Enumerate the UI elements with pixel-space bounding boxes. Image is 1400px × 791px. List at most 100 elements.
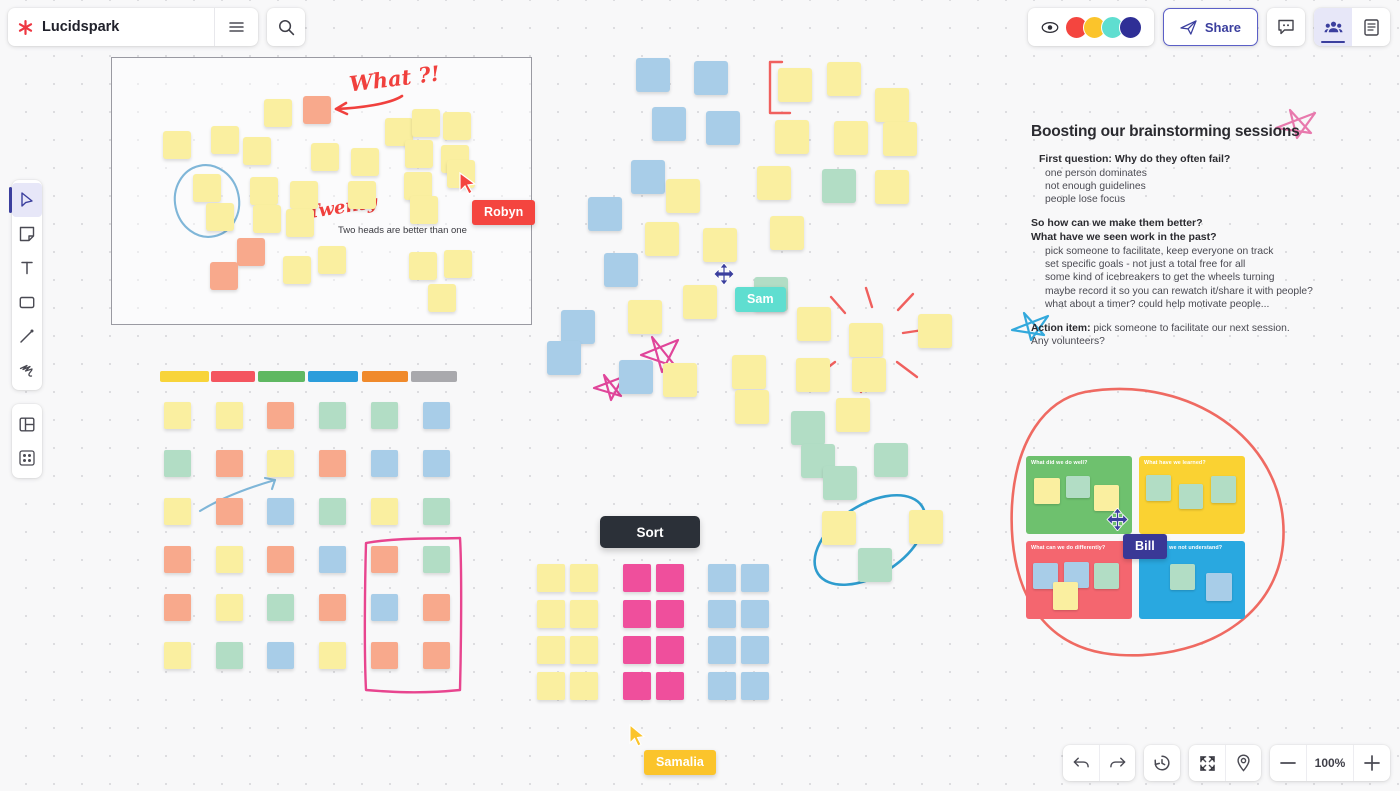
sticky-note[interactable] bbox=[770, 216, 804, 250]
templates-tool[interactable] bbox=[12, 407, 42, 441]
sticky-note[interactable] bbox=[216, 402, 243, 429]
sticky-note[interactable] bbox=[164, 594, 191, 621]
eye-follow-icon[interactable] bbox=[1041, 21, 1059, 34]
sticky-note[interactable] bbox=[371, 498, 398, 525]
sticky-note[interactable] bbox=[628, 300, 662, 334]
sticky-note[interactable] bbox=[267, 642, 294, 669]
sticky-note[interactable] bbox=[319, 402, 346, 429]
mini-sticky-note[interactable] bbox=[1206, 573, 1232, 601]
mini-sticky-note[interactable] bbox=[1066, 476, 1090, 498]
sticky-note[interactable] bbox=[267, 546, 294, 573]
color-swatch-bar[interactable] bbox=[258, 371, 305, 382]
sticky-note[interactable] bbox=[267, 498, 294, 525]
sticky-note[interactable] bbox=[164, 402, 191, 429]
sticky-note[interactable] bbox=[216, 450, 243, 477]
line-tool[interactable] bbox=[12, 319, 42, 353]
sticky-note[interactable] bbox=[216, 594, 243, 621]
sticky-note[interactable] bbox=[570, 600, 598, 628]
sticky-note[interactable] bbox=[836, 398, 870, 432]
sticky-note[interactable] bbox=[286, 209, 314, 237]
sticky-note[interactable] bbox=[708, 564, 736, 592]
redo-arrow-icon[interactable] bbox=[1099, 745, 1135, 781]
sticky-note[interactable] bbox=[164, 642, 191, 669]
sticky-note[interactable] bbox=[636, 58, 670, 92]
sticky-note[interactable] bbox=[351, 148, 379, 176]
sticky-note[interactable] bbox=[318, 246, 346, 274]
document-panel-icon[interactable] bbox=[1352, 8, 1390, 46]
sticky-note[interactable] bbox=[683, 285, 717, 319]
sticky-note[interactable] bbox=[319, 498, 346, 525]
sticky-note[interactable] bbox=[858, 548, 892, 582]
sticky-note[interactable] bbox=[797, 307, 831, 341]
undo-arrow-icon[interactable] bbox=[1063, 745, 1099, 781]
sticky-note[interactable] bbox=[741, 636, 769, 664]
sticky-note[interactable] bbox=[663, 363, 697, 397]
sticky-note[interactable] bbox=[909, 510, 943, 544]
sticky-note[interactable] bbox=[645, 222, 679, 256]
sticky-note[interactable] bbox=[405, 140, 433, 168]
sticky-note[interactable] bbox=[741, 600, 769, 628]
sticky-note[interactable] bbox=[319, 450, 346, 477]
sticky-note[interactable] bbox=[623, 564, 651, 592]
comment-icon[interactable] bbox=[1267, 8, 1305, 46]
sticky-note[interactable] bbox=[537, 564, 565, 592]
sticky-note[interactable] bbox=[827, 62, 861, 96]
color-swatch-bar[interactable] bbox=[411, 371, 457, 382]
sticky-note[interactable] bbox=[409, 252, 437, 280]
sticky-note[interactable] bbox=[423, 594, 450, 621]
sticky-note[interactable] bbox=[570, 564, 598, 592]
sticky-note[interactable] bbox=[290, 181, 318, 209]
sticky-note[interactable] bbox=[410, 196, 438, 224]
sticky-note[interactable] bbox=[193, 174, 221, 202]
sticky-note[interactable] bbox=[164, 546, 191, 573]
sticky-note[interactable] bbox=[216, 642, 243, 669]
sticky-note[interactable] bbox=[631, 160, 665, 194]
sticky-note[interactable] bbox=[371, 546, 398, 573]
mini-sticky-note[interactable] bbox=[1034, 478, 1060, 504]
sticky-note[interactable] bbox=[918, 314, 952, 348]
whiteboard-canvas[interactable]: What ?! Twenty Two heads are better than… bbox=[0, 0, 1400, 791]
sticky-note[interactable] bbox=[371, 450, 398, 477]
sticky-note[interactable] bbox=[319, 642, 346, 669]
sticky-note[interactable] bbox=[547, 341, 581, 375]
sticky-note[interactable] bbox=[303, 96, 331, 124]
people-group-icon[interactable] bbox=[1314, 8, 1352, 46]
sticky-note[interactable] bbox=[875, 170, 909, 204]
sticky-note-tool[interactable] bbox=[12, 217, 42, 251]
shape-tool[interactable] bbox=[12, 285, 42, 319]
sticky-note[interactable] bbox=[741, 564, 769, 592]
sticky-note[interactable] bbox=[164, 498, 191, 525]
history-clock-icon[interactable] bbox=[1144, 745, 1180, 781]
sticky-note[interactable] bbox=[623, 600, 651, 628]
sticky-note[interactable] bbox=[666, 179, 700, 213]
sticky-note[interactable] bbox=[210, 262, 238, 290]
sticky-note[interactable] bbox=[243, 137, 271, 165]
mini-sticky-note[interactable] bbox=[1053, 582, 1078, 610]
sticky-note[interactable] bbox=[656, 672, 684, 700]
share-button[interactable]: Share bbox=[1162, 8, 1258, 46]
fit-to-screen-icon[interactable] bbox=[1189, 745, 1225, 781]
sticky-note[interactable] bbox=[694, 61, 728, 95]
freehand-tool[interactable] bbox=[12, 353, 42, 387]
sticky-note[interactable] bbox=[211, 126, 239, 154]
retro-quadrant-differently[interactable]: What can we do differently? bbox=[1026, 541, 1132, 619]
sticky-note[interactable] bbox=[423, 546, 450, 573]
sticky-note[interactable] bbox=[371, 594, 398, 621]
sticky-note[interactable] bbox=[656, 636, 684, 664]
sticky-note[interactable] bbox=[652, 107, 686, 141]
sticky-note[interactable] bbox=[253, 205, 281, 233]
sticky-note[interactable] bbox=[656, 600, 684, 628]
sticky-note[interactable] bbox=[775, 120, 809, 154]
sticky-note[interactable] bbox=[588, 197, 622, 231]
sort-tooltip[interactable]: Sort bbox=[600, 516, 700, 548]
sticky-note[interactable] bbox=[778, 68, 812, 102]
sticky-note[interactable] bbox=[757, 166, 791, 200]
mini-sticky-note[interactable] bbox=[1211, 476, 1236, 503]
sticky-note[interactable] bbox=[311, 143, 339, 171]
sticky-note[interactable] bbox=[267, 402, 294, 429]
sticky-note[interactable] bbox=[423, 498, 450, 525]
sticky-note[interactable] bbox=[267, 450, 294, 477]
zoom-in-button[interactable] bbox=[1354, 745, 1390, 781]
sticky-note[interactable] bbox=[849, 323, 883, 357]
sticky-note[interactable] bbox=[561, 310, 595, 344]
